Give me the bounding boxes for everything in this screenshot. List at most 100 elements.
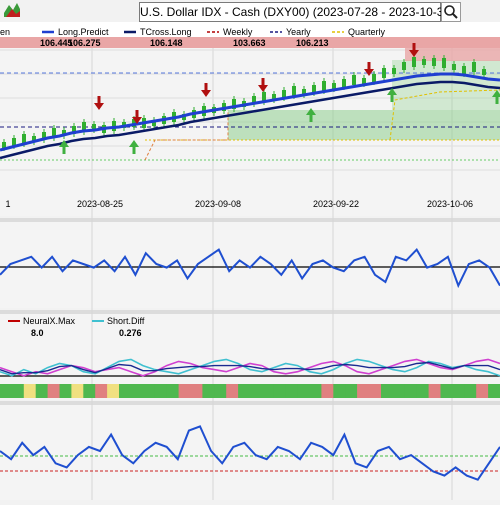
search-button[interactable] — [441, 2, 461, 22]
up-arrow-signal — [309, 114, 313, 122]
signal-strip-cell — [178, 384, 191, 398]
signal-strip-cell — [309, 384, 322, 398]
legend-label: NeuralX.Max — [23, 316, 76, 326]
chart-canvas: en106.445Long.Predict106.275TCross.Long1… — [0, 22, 500, 500]
signal-strip-cell — [190, 384, 203, 398]
app-logo-icon — [3, 1, 21, 19]
price-candle — [392, 68, 396, 74]
down-arrow-signal — [412, 43, 416, 51]
up-arrow-signal — [495, 96, 499, 104]
signal-strip-cell — [440, 384, 453, 398]
price-candle — [382, 68, 386, 78]
price-candle — [412, 57, 416, 67]
price-candle — [472, 62, 476, 72]
price-candle — [422, 59, 426, 65]
signal-strip-cell — [476, 384, 489, 398]
legend-value: 0.276 — [119, 328, 142, 338]
up-arrow-signal — [390, 94, 394, 102]
price-candle — [292, 86, 296, 96]
x-tick-label: 2023-09-22 — [313, 199, 359, 209]
price-candle — [332, 83, 336, 89]
legend-label: Yearly — [286, 27, 311, 37]
signal-strip-cell — [464, 384, 477, 398]
signal-strip-cell — [202, 384, 215, 398]
signal-strip-cell — [131, 384, 144, 398]
legend-label: Short.Diff — [107, 316, 145, 326]
price-candle — [352, 75, 356, 85]
signal-strip-cell — [452, 384, 465, 398]
price-candle — [452, 64, 456, 70]
signal-strip-cell — [333, 384, 346, 398]
legend-label: Quarterly — [348, 27, 386, 37]
legend-label: en — [0, 27, 10, 37]
signal-strip-cell — [71, 384, 84, 398]
signal-strip-cell — [345, 384, 358, 398]
legend-label: Weekly — [223, 27, 253, 37]
up-arrow-signal — [132, 146, 136, 154]
signal-strip-cell — [392, 384, 406, 398]
signal-strip-cell — [273, 384, 287, 398]
signal-strip-cell — [226, 384, 239, 398]
oscillator-panel-3 — [0, 404, 500, 500]
signal-strip-cell — [488, 384, 500, 398]
x-tick-label: 2023-08-25 — [77, 199, 123, 209]
panel-divider — [0, 218, 500, 222]
signal-strip-cell — [83, 384, 96, 398]
signal-strip-cell — [119, 384, 132, 398]
price-candle — [482, 69, 486, 75]
signal-strip-cell — [261, 384, 275, 398]
signal-strip-cell — [369, 384, 382, 398]
chart-window: en 106.445 Long.Predict 106.275 TCross.Long 1… — [0, 0, 500, 500]
signal-strip-cell — [59, 384, 72, 398]
panel-divider — [0, 401, 500, 405]
signal-strip-cell — [166, 384, 180, 398]
legend-value: 106.275 — [68, 38, 101, 48]
signal-strip-cell — [142, 384, 156, 398]
legend-value: 106.213 — [296, 38, 329, 48]
price-candle — [432, 58, 436, 66]
signal-strip-cell — [297, 384, 310, 398]
signal-strip-cell — [321, 384, 334, 398]
price-candle — [402, 62, 406, 70]
price-candle — [322, 81, 326, 91]
legend-label: Long.Predict — [58, 27, 109, 37]
down-arrow-signal — [261, 78, 265, 86]
price-candle — [462, 66, 466, 74]
legend-value: 8.0 — [31, 328, 44, 338]
signal-strip-cell — [381, 384, 394, 398]
signal-strip-cell — [238, 384, 251, 398]
signal-strip-cell — [416, 384, 430, 398]
panel-divider — [0, 310, 500, 314]
x-tick-label: 2023-09-08 — [195, 199, 241, 209]
price-candle — [442, 58, 446, 68]
signal-strip-cell — [107, 384, 120, 398]
x-tick-label: 2023-10-06 — [427, 199, 473, 209]
down-arrow-signal — [97, 96, 101, 104]
signal-strip-cell — [11, 384, 25, 398]
legend-value: 103.663 — [233, 38, 266, 48]
signal-strip-cell — [154, 384, 168, 398]
signal-strip-cell — [47, 384, 60, 398]
signal-strip-cell — [404, 384, 418, 398]
down-arrow-signal — [204, 83, 208, 91]
signal-strip-cell — [214, 384, 227, 398]
signal-strip-cell — [428, 384, 441, 398]
legend-value: 106.148 — [150, 38, 183, 48]
signal-strip-cell — [250, 384, 263, 398]
price-candle — [372, 74, 376, 82]
legend-label: TCross.Long — [140, 27, 192, 37]
x-tick-label: 1 — [5, 199, 10, 209]
resistance-zone — [405, 47, 500, 61]
search-icon — [444, 5, 458, 19]
down-arrow-signal — [135, 110, 139, 118]
up-arrow-signal — [62, 146, 66, 154]
chart-title: U.S. Dollar IDX - Cash (DXY00) (2023-07-… — [139, 2, 454, 22]
signal-strip-cell — [23, 384, 37, 398]
signal-strip-cell — [357, 384, 370, 398]
down-arrow-signal — [367, 62, 371, 70]
signal-strip-cell — [285, 384, 299, 398]
signal-strip-cell — [0, 384, 13, 398]
signal-strip-cell — [95, 384, 108, 398]
forecast-band — [228, 110, 500, 140]
price-candle — [342, 79, 346, 87]
